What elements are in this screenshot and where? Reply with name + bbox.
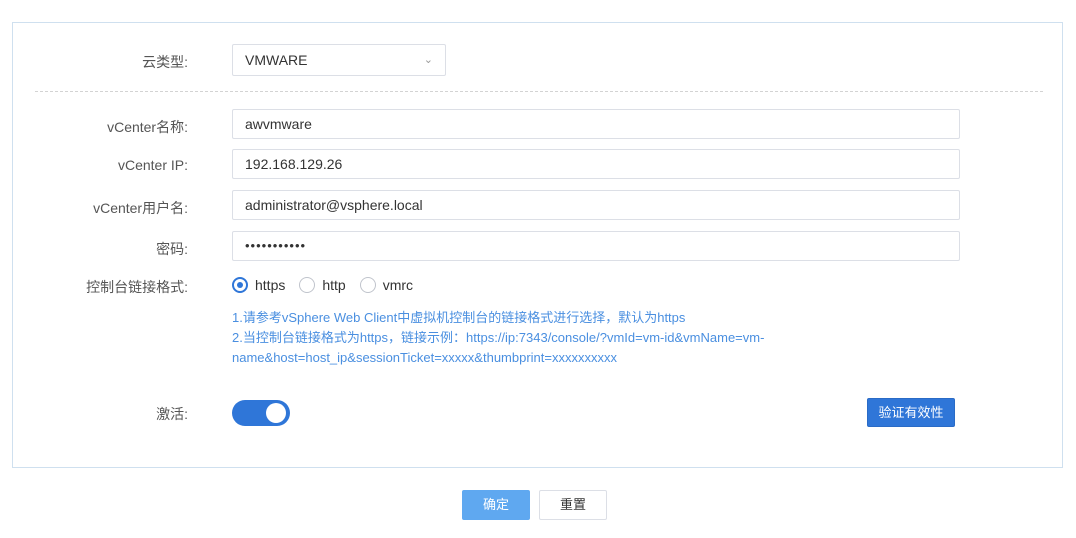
vcenter-user-label: vCenter用户名: <box>93 200 188 216</box>
radio-checked-icon <box>232 277 248 293</box>
radio-http[interactable]: http <box>299 277 346 293</box>
radio-https-label: https <box>255 277 286 293</box>
hint-line-3: name&host=host_ip&sessionTicket=xxxxx&th… <box>232 350 617 365</box>
activate-toggle[interactable] <box>232 400 290 426</box>
password-label: 密码: <box>156 241 188 257</box>
radio-unchecked-icon <box>299 277 316 293</box>
console-format-radio-group: https http vmrc <box>232 275 427 295</box>
reset-button[interactable]: 重置 <box>539 490 607 520</box>
cloud-type-label: 云类型: <box>142 54 188 70</box>
activate-label: 激活: <box>156 406 188 422</box>
console-format-label: 控制台链接格式: <box>86 279 188 295</box>
radio-vmrc[interactable]: vmrc <box>359 277 414 293</box>
hint-line-1: 1.请参考vSphere Web Client中虚拟机控制台的链接格式进行选择，… <box>232 310 686 325</box>
confirm-button[interactable]: 确定 <box>462 490 530 520</box>
hint-line-2: 2.当控制台链接格式为https，链接示例：https://ip:7343/co… <box>232 330 765 345</box>
cloud-type-select[interactable]: VMWARE ⌄ <box>232 44 446 76</box>
chevron-down-icon: ⌄ <box>423 54 433 66</box>
radio-https[interactable]: https <box>232 277 285 293</box>
verify-button[interactable]: 验证有效性 <box>867 398 955 427</box>
cloud-config-panel: 云类型: VMWARE ⌄ vCenter名称: awvmware vCente… <box>12 22 1063 468</box>
vcenter-ip-input[interactable]: 192.168.129.26 <box>232 149 960 179</box>
cloud-type-value: VMWARE <box>245 52 308 68</box>
vcenter-name-label: vCenter名称: <box>107 119 188 135</box>
radio-vmrc-label: vmrc <box>382 277 414 293</box>
toggle-knob <box>266 403 286 423</box>
vcenter-user-input[interactable]: administrator@vsphere.local <box>232 190 960 220</box>
vcenter-ip-label: vCenter IP: <box>117 157 188 173</box>
password-input[interactable]: ••••••••••• <box>232 231 960 261</box>
radio-unchecked-icon <box>359 277 376 293</box>
vcenter-name-input[interactable]: awvmware <box>232 109 960 139</box>
section-divider <box>35 91 1043 92</box>
radio-http-label: http <box>322 277 346 293</box>
